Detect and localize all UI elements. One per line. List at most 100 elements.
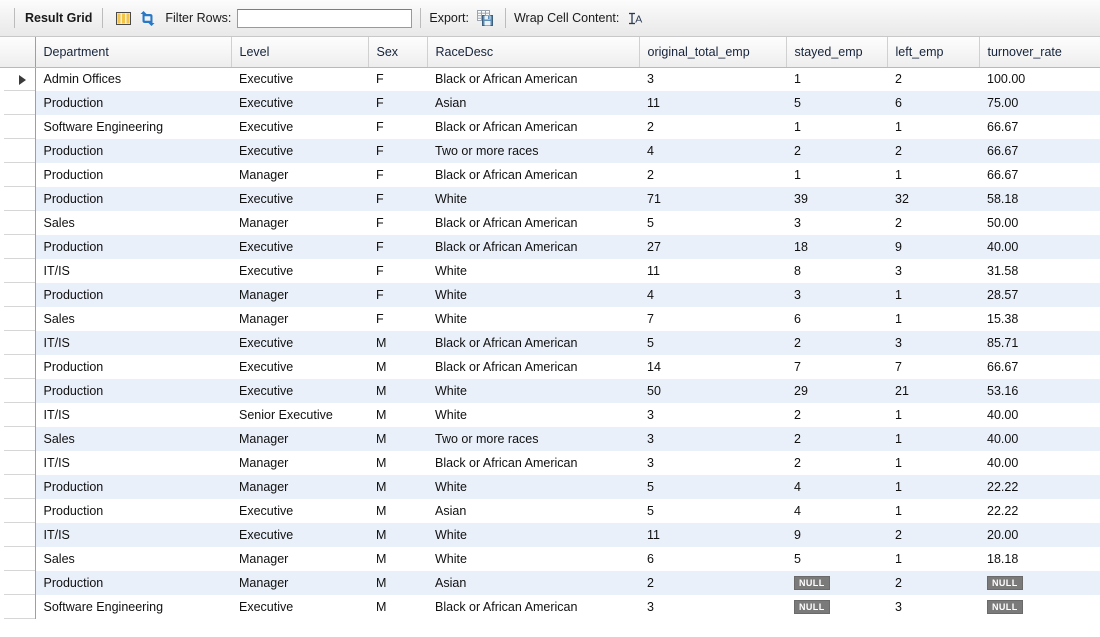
cell-left-emp[interactable]: 1	[887, 427, 979, 451]
cell-department[interactable]: Production	[35, 187, 231, 211]
cell-sex[interactable]: F	[368, 283, 427, 307]
export-recordset-icon[interactable]	[473, 6, 497, 30]
cell-original-total-emp[interactable]: 11	[639, 259, 786, 283]
row-marker-cell[interactable]	[0, 139, 36, 163]
cell-level[interactable]: Executive	[231, 355, 368, 379]
cell-original-total-emp[interactable]: 27	[639, 235, 786, 259]
cell-original-total-emp[interactable]: 71	[639, 187, 786, 211]
cell-stayed-emp[interactable]: 9	[786, 523, 887, 547]
cell-level[interactable]: Executive	[231, 523, 368, 547]
cell-level[interactable]: Executive	[231, 235, 368, 259]
cell-original-total-emp[interactable]: 3	[639, 67, 786, 91]
cell-sex[interactable]: M	[368, 571, 427, 595]
cell-level[interactable]: Senior Executive	[231, 403, 368, 427]
table-row[interactable]: Sales Manager F Black or African American 5 3…	[0, 211, 1100, 235]
cell-original-total-emp[interactable]: 11	[639, 523, 786, 547]
cell-original-total-emp[interactable]: 5	[639, 475, 786, 499]
cell-turnover-rate[interactable]: 85.71	[979, 331, 1100, 355]
cell-stayed-emp[interactable]: 3	[786, 211, 887, 235]
cell-department[interactable]: IT/IS	[35, 403, 231, 427]
cell-racedesc[interactable]: Two or more races	[427, 139, 639, 163]
table-row[interactable]: IT/IS Executive M White 11 9 2 20.00	[0, 523, 1100, 547]
row-marker-cell[interactable]	[0, 211, 36, 235]
cell-stayed-emp[interactable]: 2	[786, 403, 887, 427]
cell-left-emp[interactable]: 1	[887, 451, 979, 475]
row-marker-cell[interactable]	[0, 571, 36, 595]
cell-level[interactable]: Manager	[231, 571, 368, 595]
row-marker-cell[interactable]	[0, 547, 36, 571]
cell-original-total-emp[interactable]: 3	[639, 427, 786, 451]
cell-level[interactable]: Executive	[231, 91, 368, 115]
cell-left-emp[interactable]: 1	[887, 307, 979, 331]
cell-left-emp[interactable]: 2	[887, 139, 979, 163]
cell-sex[interactable]: M	[368, 403, 427, 427]
cell-original-total-emp[interactable]: 4	[639, 139, 786, 163]
cell-stayed-emp[interactable]: 5	[786, 91, 887, 115]
cell-left-emp[interactable]: 2	[887, 67, 979, 91]
cell-racedesc[interactable]: Asian	[427, 571, 639, 595]
cell-stayed-emp[interactable]: NULL	[786, 595, 887, 619]
cell-stayed-emp[interactable]: 18	[786, 235, 887, 259]
cell-department[interactable]: Software Engineering	[35, 595, 231, 619]
cell-department[interactable]: Production	[35, 475, 231, 499]
cell-turnover-rate[interactable]: 40.00	[979, 403, 1100, 427]
cell-left-emp[interactable]: 6	[887, 91, 979, 115]
cell-stayed-emp[interactable]: 7	[786, 355, 887, 379]
cell-original-total-emp[interactable]: 11	[639, 91, 786, 115]
column-header-left-emp[interactable]: left_emp	[887, 37, 980, 68]
cell-turnover-rate[interactable]: 31.58	[979, 259, 1100, 283]
row-marker-cell[interactable]	[0, 451, 36, 475]
cell-turnover-rate[interactable]: 53.16	[979, 379, 1100, 403]
cell-turnover-rate[interactable]: 58.18	[979, 187, 1100, 211]
cell-racedesc[interactable]: White	[427, 307, 639, 331]
cell-racedesc[interactable]: Black or African American	[427, 451, 639, 475]
table-row[interactable]: Production Executive M Asian 5 4 1 22.22	[0, 499, 1100, 523]
cell-racedesc[interactable]: White	[427, 283, 639, 307]
cell-level[interactable]: Manager	[231, 211, 368, 235]
cell-racedesc[interactable]: Two or more races	[427, 427, 639, 451]
cell-racedesc[interactable]: White	[427, 475, 639, 499]
cell-stayed-emp[interactable]: 6	[786, 307, 887, 331]
cell-stayed-emp[interactable]: 2	[786, 451, 887, 475]
cell-turnover-rate[interactable]: 100.00	[979, 67, 1100, 91]
table-row[interactable]: Production Executive F Black or African Ame…	[0, 235, 1100, 259]
cell-original-total-emp[interactable]: 5	[639, 331, 786, 355]
cell-sex[interactable]: F	[368, 67, 427, 91]
cell-racedesc[interactable]: Black or African American	[427, 355, 639, 379]
row-marker-cell[interactable]	[0, 523, 36, 547]
cell-level[interactable]: Executive	[231, 331, 368, 355]
cell-sex[interactable]: F	[368, 307, 427, 331]
cell-stayed-emp[interactable]: 8	[786, 259, 887, 283]
cell-sex[interactable]: M	[368, 427, 427, 451]
cell-turnover-rate[interactable]: NULL	[979, 571, 1100, 595]
cell-racedesc[interactable]: Black or African American	[427, 115, 639, 139]
cell-turnover-rate[interactable]: 22.22	[979, 475, 1100, 499]
cell-sex[interactable]: F	[368, 163, 427, 187]
cell-left-emp[interactable]: 1	[887, 475, 979, 499]
row-marker-cell[interactable]	[0, 187, 36, 211]
cell-department[interactable]: Production	[35, 283, 231, 307]
cell-sex[interactable]: F	[368, 259, 427, 283]
cell-department[interactable]: IT/IS	[35, 259, 231, 283]
cell-stayed-emp[interactable]: 5	[786, 547, 887, 571]
cell-level[interactable]: Manager	[231, 475, 368, 499]
wrap-cell-content-icon[interactable]: A	[623, 6, 647, 30]
table-row[interactable]: Admin Offices Executive F Black or African …	[0, 67, 1100, 91]
row-marker-cell[interactable]	[0, 595, 36, 619]
cell-left-emp[interactable]: 1	[887, 547, 979, 571]
cell-department[interactable]: Software Engineering	[35, 115, 231, 139]
row-marker-cell[interactable]	[0, 379, 36, 403]
cell-racedesc[interactable]: White	[427, 187, 639, 211]
cell-original-total-emp[interactable]: 3	[639, 595, 786, 619]
cell-level[interactable]: Manager	[231, 307, 368, 331]
cell-turnover-rate[interactable]: 75.00	[979, 91, 1100, 115]
cell-department[interactable]: IT/IS	[35, 451, 231, 475]
cell-left-emp[interactable]: 3	[887, 595, 979, 619]
cell-department[interactable]: Production	[35, 355, 231, 379]
cell-left-emp[interactable]: 2	[887, 523, 979, 547]
table-row[interactable]: Production Manager M White 5 4 1 22.22	[0, 475, 1100, 499]
cell-turnover-rate[interactable]: 66.67	[979, 115, 1100, 139]
cell-original-total-emp[interactable]: 7	[639, 307, 786, 331]
cell-sex[interactable]: M	[368, 451, 427, 475]
cell-turnover-rate[interactable]: 15.38	[979, 307, 1100, 331]
